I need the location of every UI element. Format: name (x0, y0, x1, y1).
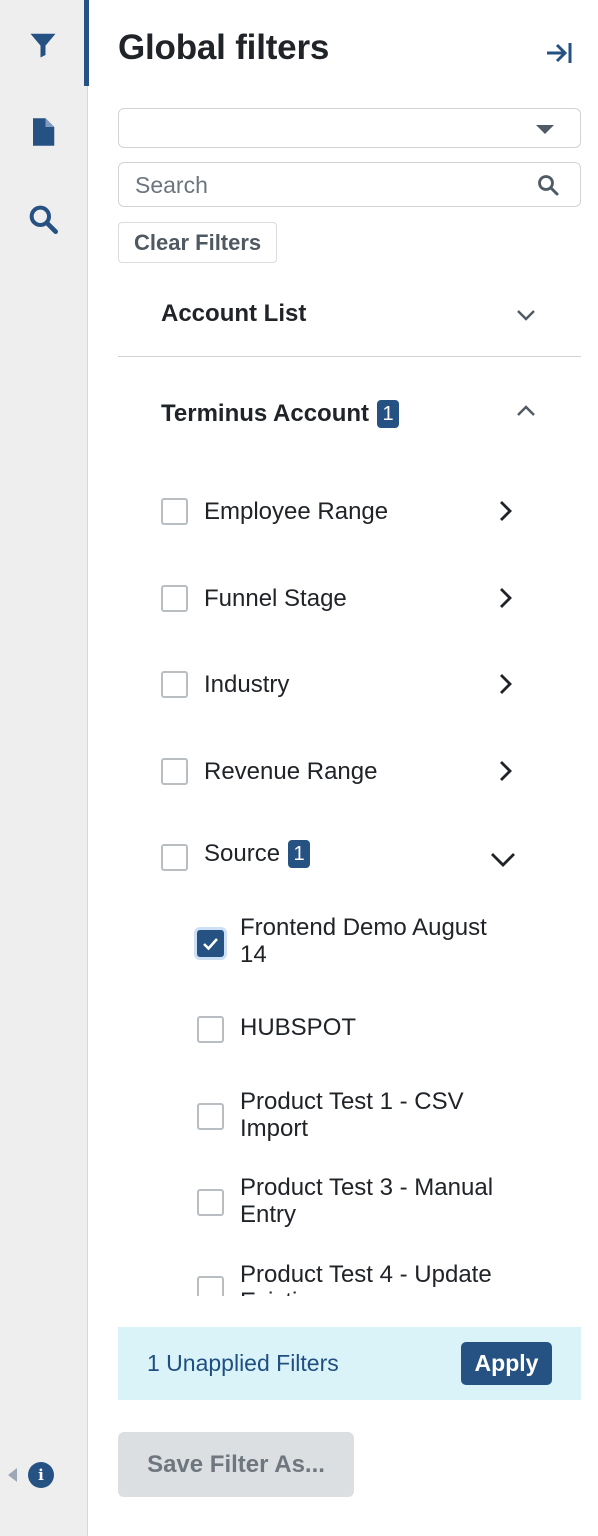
chevron-up-icon (517, 405, 535, 416)
rail-filter-button[interactable] (24, 26, 62, 64)
checkbox[interactable] (161, 758, 188, 785)
clear-filters-button[interactable]: Clear Filters (118, 222, 278, 263)
option-hubspot[interactable]: HUBSPOT (118, 1014, 581, 1054)
option-label: Product Test 1 - CSV Import (240, 1088, 464, 1142)
caret-left-icon (8, 1468, 17, 1482)
apply-button[interactable]: Apply (461, 1342, 552, 1385)
chevron-down-icon (517, 310, 535, 321)
rail-search-button[interactable] (24, 200, 62, 238)
option-product-test-1[interactable]: Product Test 1 - CSV Import (118, 1088, 581, 1148)
filter-label-text: Source (204, 840, 281, 867)
search-icon (29, 205, 58, 234)
chevron-right-icon[interactable] (494, 673, 516, 695)
filter-label: Source 1 (204, 840, 311, 868)
save-filter-as-button[interactable]: Save Filter As... (118, 1432, 354, 1497)
checkbox[interactable] (161, 844, 188, 871)
filter-revenue-range[interactable]: Revenue Range (118, 758, 581, 798)
filter-label: Revenue Range (204, 758, 378, 785)
section-label: Account List (161, 300, 306, 328)
filter-icon (30, 33, 56, 58)
chevron-right-icon[interactable] (494, 760, 516, 782)
checkbox[interactable] (161, 671, 188, 698)
section-label: Terminus Account 1 (161, 400, 400, 428)
section-account-list[interactable]: Account List (118, 292, 581, 336)
filter-label: Industry (204, 671, 290, 698)
filter-label: Funnel Stage (204, 585, 347, 612)
section-title: Account List (161, 300, 307, 327)
unapplied-count-text: 1 Unapplied Filters (147, 1350, 339, 1376)
search-field (118, 162, 581, 207)
info-toggle[interactable]: i (6, 1462, 54, 1488)
filter-preset-select[interactable] (118, 108, 581, 148)
caret-down-icon (536, 125, 554, 134)
option-product-test-3[interactable]: Product Test 3 - Manual Entry (118, 1174, 581, 1234)
option-label: Product Test 4 - Update Existing (240, 1261, 492, 1296)
section-title: Terminus Account (161, 400, 370, 427)
document-icon (33, 118, 55, 146)
checkmark-icon (203, 938, 218, 951)
chevron-right-icon[interactable] (494, 587, 516, 609)
option-label: Frontend Demo August 14 (240, 914, 487, 968)
chevron-right-icon[interactable] (494, 500, 516, 522)
option-product-test-4[interactable]: Product Test 4 - Update Existing (118, 1261, 581, 1296)
count-badge: 1 (288, 840, 311, 868)
source-options-list[interactable]: Frontend Demo August 14 HUBSPOT Product … (118, 900, 581, 1296)
checkbox[interactable] (197, 1103, 224, 1130)
filter-source[interactable]: Source 1 (118, 840, 581, 884)
section-divider (118, 356, 581, 357)
filter-funnel-stage[interactable]: Funnel Stage (118, 585, 581, 625)
filter-employee-range[interactable]: Employee Range (118, 498, 581, 538)
checkbox[interactable] (161, 585, 188, 612)
count-badge: 1 (377, 400, 400, 428)
unapplied-filters-bar: 1 Unapplied Filters Apply (118, 1327, 581, 1400)
option-label: HUBSPOT (240, 1014, 357, 1041)
checkbox[interactable] (161, 498, 188, 525)
filter-label: Employee Range (204, 498, 389, 525)
checkbox[interactable] (197, 1276, 224, 1296)
filter-industry[interactable]: Industry (118, 671, 581, 711)
checkbox-checked[interactable] (197, 930, 224, 957)
option-label: Product Test 3 - Manual Entry (240, 1174, 494, 1228)
info-icon: i (28, 1462, 54, 1488)
collapse-panel-button[interactable] (542, 38, 576, 68)
option-frontend-demo[interactable]: Frontend Demo August 14 (118, 914, 581, 974)
checkbox[interactable] (197, 1016, 224, 1043)
search-icon[interactable] (536, 173, 560, 197)
left-rail: i (0, 0, 88, 1536)
checkbox[interactable] (197, 1189, 224, 1216)
rail-active-indicator (84, 0, 89, 86)
chevron-down-icon[interactable] (490, 848, 516, 870)
collapse-right-icon (547, 43, 572, 63)
rail-document-button[interactable] (24, 113, 62, 151)
search-input[interactable] (133, 171, 523, 199)
panel-title: Global filters (118, 28, 330, 67)
section-terminus-account[interactable]: Terminus Account 1 (118, 392, 581, 436)
